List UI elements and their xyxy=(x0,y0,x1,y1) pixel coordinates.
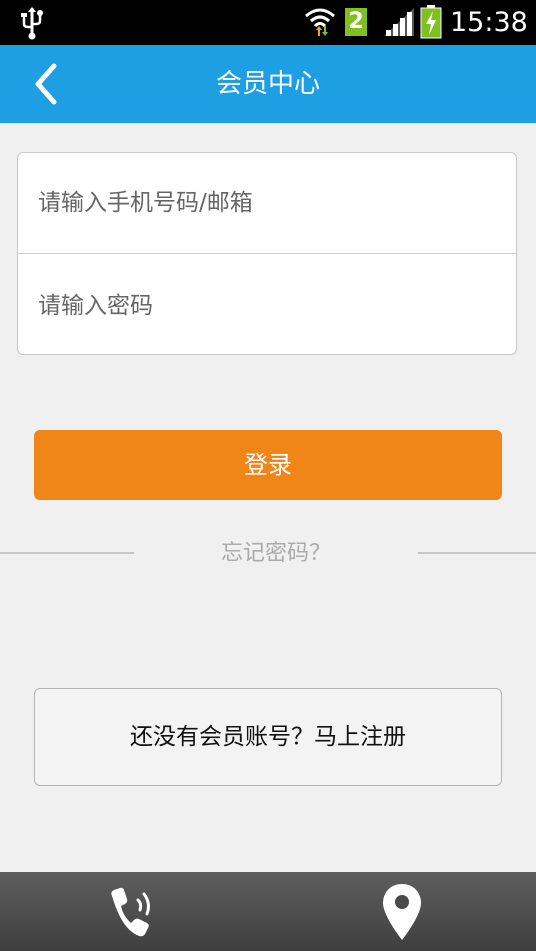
chevron-left-icon xyxy=(35,63,57,105)
password-field xyxy=(18,255,516,354)
phone-email-field xyxy=(18,153,516,254)
sim-badge: 2 xyxy=(345,8,367,36)
app-header: 会员中心 xyxy=(0,45,536,123)
status-bar: 2 15:38 xyxy=(0,0,536,45)
location-pin-icon[interactable] xyxy=(380,882,424,942)
divider-left xyxy=(0,552,134,554)
forgot-password-link[interactable]: 忘记密码？ xyxy=(134,536,418,572)
login-form xyxy=(17,152,517,355)
divider-right xyxy=(418,552,536,554)
wifi-icon xyxy=(305,8,335,36)
register-button[interactable]: 还没有会员账号？马上注册 xyxy=(34,688,502,786)
back-button[interactable] xyxy=(20,57,70,111)
battery-icon xyxy=(420,5,442,39)
bottom-bar xyxy=(0,872,536,951)
usb-icon xyxy=(21,7,43,40)
clock-time: 15:38 xyxy=(450,7,528,38)
page-title: 会员中心 xyxy=(215,69,320,99)
password-input[interactable] xyxy=(18,255,516,354)
phone-email-input[interactable] xyxy=(18,153,516,253)
login-button[interactable]: 登录 xyxy=(34,430,502,500)
phone-icon[interactable] xyxy=(104,886,160,940)
signal-icon xyxy=(384,8,414,36)
